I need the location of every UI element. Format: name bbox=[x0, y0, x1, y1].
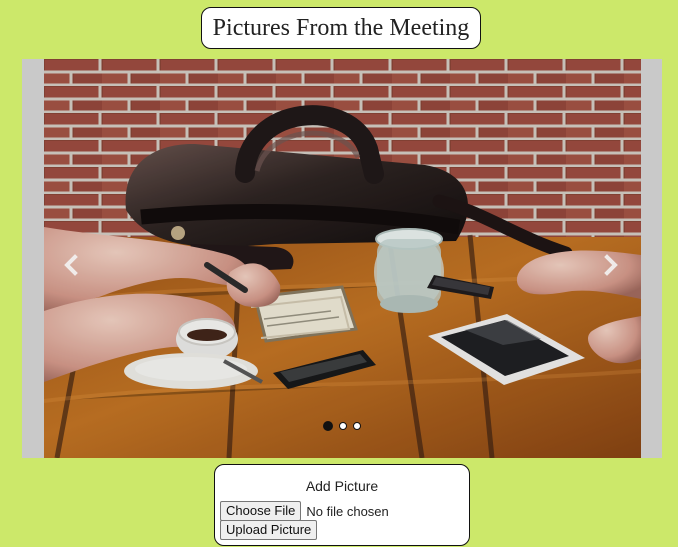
meeting-table-photo bbox=[44, 59, 641, 458]
image-carousel bbox=[22, 59, 662, 458]
page: Pictures From the Meeting Add Picture Ch… bbox=[0, 0, 678, 547]
chevron-left-icon bbox=[64, 254, 78, 276]
page-title: Pictures From the Meeting bbox=[212, 15, 470, 41]
carousel-indicator-3[interactable] bbox=[353, 422, 361, 430]
meeting-photo-slide bbox=[44, 59, 641, 458]
file-status: No file chosen bbox=[306, 503, 389, 519]
file-input-row: Choose File No file chosen bbox=[220, 501, 389, 521]
chevron-right-icon bbox=[604, 254, 618, 276]
add-picture-heading: Add Picture bbox=[305, 478, 379, 494]
previous-slide-button[interactable] bbox=[59, 249, 83, 281]
carousel-indicators bbox=[323, 420, 361, 432]
add-picture-form: Add Picture Choose File No file chosen U… bbox=[214, 464, 470, 546]
next-slide-button[interactable] bbox=[599, 249, 623, 281]
page-title-card: Pictures From the Meeting bbox=[201, 7, 481, 49]
carousel-indicator-2[interactable] bbox=[339, 422, 347, 430]
upload-picture-button[interactable]: Upload Picture bbox=[220, 520, 318, 540]
carousel-indicator-1[interactable] bbox=[323, 421, 333, 431]
choose-file-button[interactable]: Choose File bbox=[220, 501, 302, 521]
